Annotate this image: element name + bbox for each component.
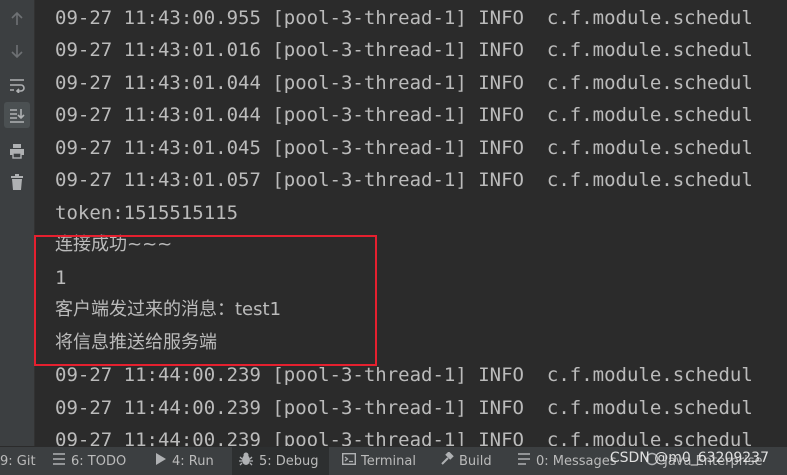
tab-messages[interactable]: 0: Messages	[517, 447, 617, 475]
scroll-to-end-icon[interactable]	[4, 102, 30, 128]
run-icon	[155, 452, 167, 470]
console-toolbar	[0, 0, 35, 446]
tab-todo[interactable]: 6: TODO	[52, 447, 126, 475]
build-tab-label: Build	[459, 453, 492, 469]
tab-git[interactable]: 9: Git	[0, 447, 36, 475]
terminal-icon	[341, 452, 357, 470]
log-line: 09-27 11:44:00.239 [pool-3-thread-1] INF…	[55, 397, 753, 419]
print-icon[interactable]	[4, 138, 30, 164]
log-line: 09-27 11:43:01.044 [pool-3-thread-1] INF…	[55, 72, 753, 94]
todo-tab-label: 6: TODO	[71, 453, 127, 469]
build-hammer-icon	[440, 451, 454, 470]
tab-build[interactable]: Build	[440, 447, 492, 475]
log-line: 09-27 11:43:01.016 [pool-3-thread-1] INF…	[55, 39, 753, 61]
todo-list-icon	[52, 452, 66, 470]
trash-icon[interactable]	[4, 169, 30, 195]
highlight-annotation-box	[34, 235, 377, 366]
tab-run[interactable]: 4: Run	[155, 447, 214, 475]
token-output: token:1515515115	[55, 202, 239, 224]
soft-wrap-icon[interactable]	[4, 72, 30, 98]
debug-bug-icon	[238, 451, 254, 471]
messages-tab-label: 0: Messages	[536, 453, 617, 469]
tool-window-bar: 9: Git 6: TODO 4: Run 5: Debug Terminal …	[0, 446, 787, 475]
terminal-tab-label: Terminal	[361, 453, 416, 469]
debug-tab-label: 5: Debug	[259, 453, 319, 469]
up-arrow-icon[interactable]	[4, 6, 30, 32]
log-line: 09-27 11:43:01.044 [pool-3-thread-1] INF…	[55, 104, 753, 126]
console-output[interactable]: 09-27 11:43:00.955 [pool-3-thread-1] INF…	[35, 0, 787, 446]
log-line: 09-27 11:43:01.045 [pool-3-thread-1] INF…	[55, 137, 753, 159]
csdn-watermark: CSDN @m0_63209237	[609, 450, 769, 466]
messages-icon	[517, 452, 531, 470]
log-line: 09-27 11:43:00.955 [pool-3-thread-1] INF…	[55, 7, 753, 29]
tab-terminal[interactable]: Terminal	[341, 447, 416, 475]
log-line: 09-27 11:43:01.057 [pool-3-thread-1] INF…	[55, 169, 753, 191]
down-arrow-icon[interactable]	[4, 38, 30, 64]
log-line: 09-27 11:44:00.239 [pool-3-thread-1] INF…	[55, 429, 753, 446]
run-tab-label: 4: Run	[172, 453, 214, 469]
git-tab-label: 9: Git	[0, 453, 36, 469]
tab-debug[interactable]: 5: Debug	[232, 447, 329, 475]
